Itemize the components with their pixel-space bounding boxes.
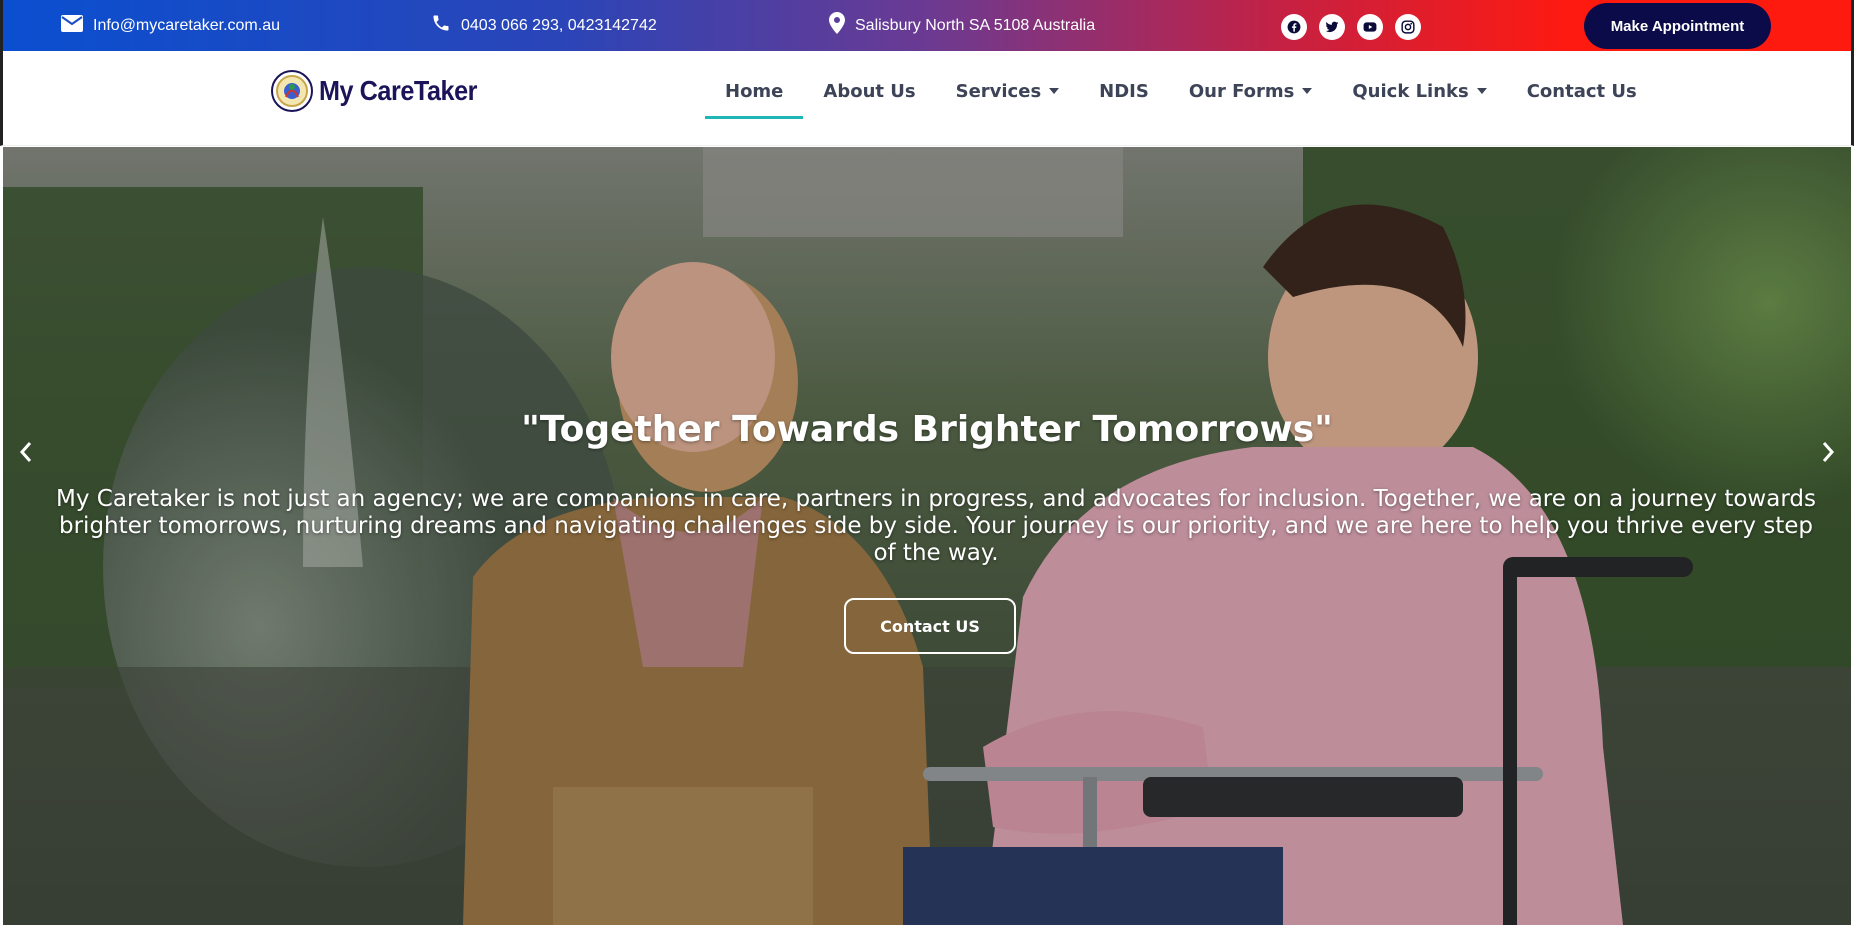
nav-item-home[interactable]: Home [704,51,804,131]
email-text: Info@mycaretaker.com.au [93,16,280,34]
slider-next-button[interactable] [1813,437,1843,467]
make-appointment-button[interactable]: Make Appointment [1584,3,1771,49]
phone-link[interactable]: 0403 066 293, 0423142742 [431,0,657,51]
contact-us-button[interactable]: Contact US [844,598,1016,654]
main-header: My CareTaker Home About Us Services NDIS… [0,51,1854,146]
top-bar: Info@mycaretaker.com.au 0403 066 293, 04… [0,0,1854,51]
address-text: Salisbury North SA 5108 Australia [855,16,1096,34]
caret-down-icon [1049,88,1060,94]
envelope-icon [61,14,83,37]
chevron-right-icon [1822,442,1835,462]
hero-description: My Caretaker is not just an agency; we a… [56,486,1816,566]
nav-item-about-us[interactable]: About Us [823,51,915,131]
site-logo[interactable]: My CareTaker [271,70,495,112]
facebook-icon[interactable] [1281,14,1307,40]
instagram-icon[interactable] [1395,14,1421,40]
phone-icon [431,13,451,38]
logo-text: My CareTaker [319,75,478,106]
nav-item-label: Home [725,80,784,102]
logo-emblem-icon [271,70,313,112]
caret-down-icon [1302,88,1313,94]
nav-item-quick-links[interactable]: Quick Links [1352,51,1487,131]
nav-item-label: About Us [823,80,916,102]
youtube-icon[interactable] [1357,14,1383,40]
social-links [1281,14,1421,40]
main-menu: Home About Us Services NDIS Our Forms Qu… [704,51,1637,131]
map-pin-icon [829,12,845,39]
nav-item-label: Contact Us [1526,80,1637,102]
nav-item-label: Our Forms [1188,80,1295,102]
nav-item-our-forms[interactable]: Our Forms [1189,51,1313,131]
hero-title: "Together Towards Brighter Tomorrows" [521,409,1333,450]
phone-text: 0403 066 293, 0423142742 [461,16,657,34]
hero-slider: "Together Towards Brighter Tomorrows" My… [3,147,1851,925]
address-link[interactable]: Salisbury North SA 5108 Australia [829,0,1095,51]
nav-item-label: NDIS [1099,80,1149,102]
slider-prev-button[interactable] [11,437,41,467]
nav-item-contact-us[interactable]: Contact Us [1527,51,1637,131]
chevron-left-icon [19,442,32,462]
nav-item-label: Quick Links [1352,80,1469,102]
nav-item-label: Services [955,80,1042,102]
nav-item-ndis[interactable]: NDIS [1099,51,1149,131]
twitter-icon[interactable] [1319,14,1345,40]
caret-down-icon [1476,88,1487,94]
nav-item-services[interactable]: Services [956,51,1060,131]
email-link[interactable]: Info@mycaretaker.com.au [61,0,280,51]
